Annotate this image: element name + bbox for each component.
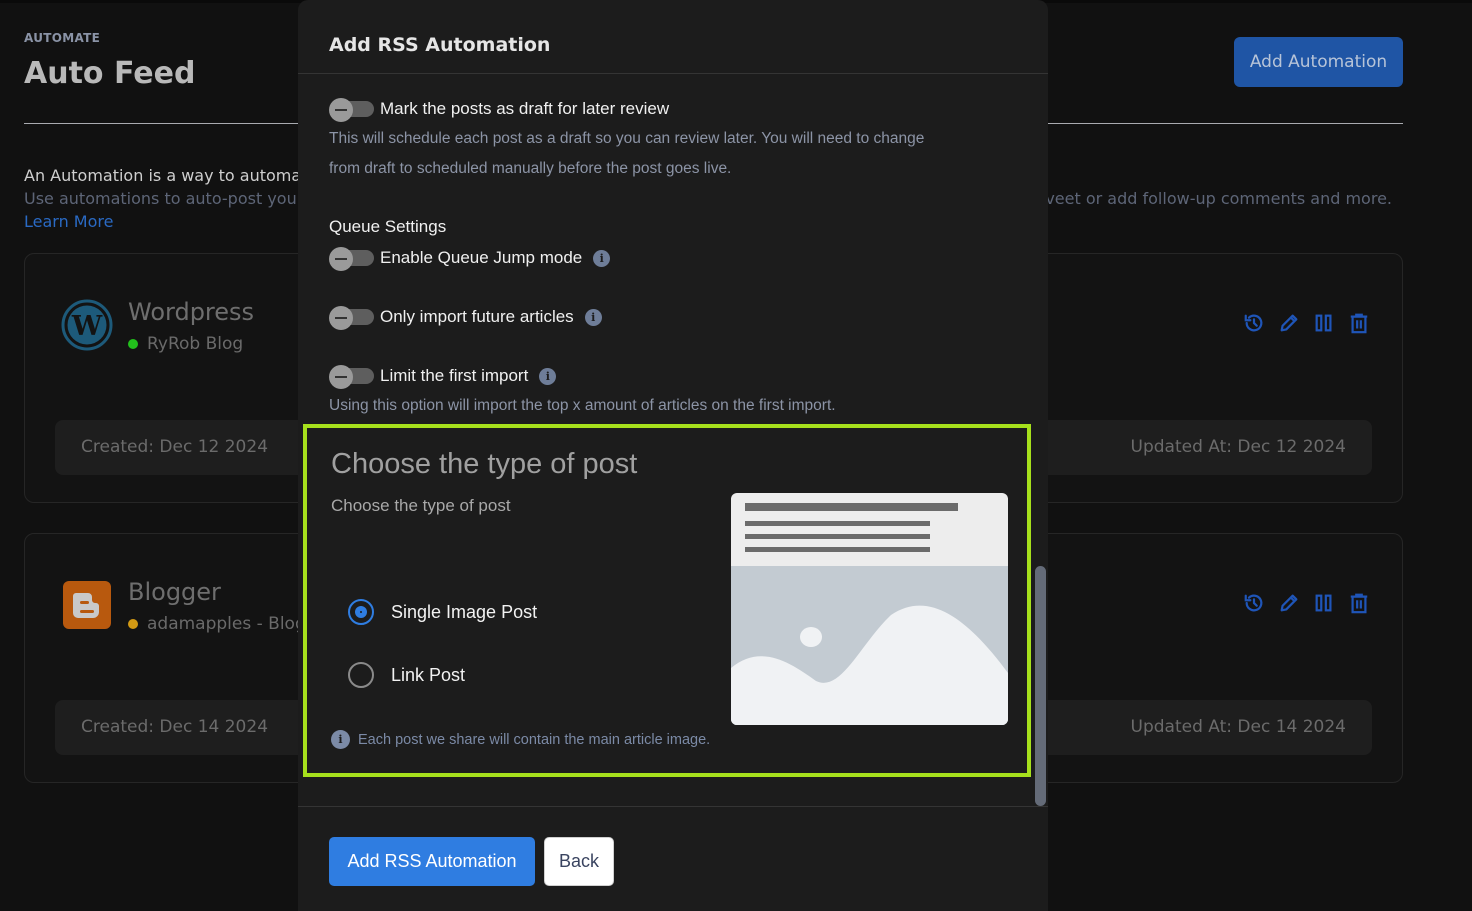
learn-more-link[interactable]: Learn More	[24, 212, 113, 231]
radio-label: Single Image Post	[391, 601, 538, 622]
add-automation-button[interactable]: Add Automation	[1234, 37, 1403, 87]
limit-import-helper: Using this option will import the top x …	[329, 397, 836, 414]
future-articles-toggle[interactable]	[329, 306, 374, 330]
radio-button[interactable]	[348, 662, 374, 688]
created-date: Created: Dec 14 2024	[81, 717, 269, 737]
automation-account: RyRob Blog	[128, 334, 243, 354]
back-button[interactable]: Back	[544, 837, 614, 886]
updated-date: Updated At: Dec 14 2024	[1130, 717, 1347, 737]
card-actions	[1243, 312, 1370, 334]
edit-icon[interactable]	[1278, 592, 1300, 614]
info-icon[interactable]: i	[584, 308, 602, 326]
page-eyebrow: AUTOMATE	[24, 31, 101, 45]
info-icon[interactable]: i	[593, 249, 611, 267]
modal-title: Add RSS Automation	[329, 34, 551, 56]
queue-jump-toggle[interactable]	[329, 247, 374, 271]
post-type-subtitle: Choose the type of post	[331, 496, 511, 515]
delete-icon[interactable]	[1348, 312, 1370, 334]
radio-single-image-post[interactable]: Single Image Post	[348, 599, 537, 625]
status-dot	[128, 619, 138, 629]
history-icon[interactable]	[1243, 312, 1265, 334]
post-type-note: i Each post we share will contain the ma…	[331, 730, 710, 749]
account-name: adamapples - Blog	[147, 614, 306, 634]
limit-import-toggle-row: Limit the first import i	[329, 365, 557, 389]
automation-account: adamapples - Blog	[128, 614, 306, 634]
info-icon[interactable]: i	[539, 367, 557, 385]
automation-name: Blogger	[128, 578, 221, 606]
page-title: Auto Feed	[24, 56, 196, 91]
future-articles-toggle-row: Only import future articles i	[329, 306, 602, 330]
wordpress-icon: W	[61, 299, 113, 351]
status-dot	[128, 339, 138, 349]
draft-toggle-label: Mark the posts as draft for later review	[380, 99, 670, 118]
draft-helper-line2: from draft to scheduled manually before …	[329, 160, 732, 177]
intro-text: An Automation is a way to automa	[24, 166, 302, 185]
pause-icon[interactable]	[1313, 312, 1335, 334]
limit-import-label: Limit the first import	[380, 366, 529, 385]
add-rss-automation-modal: Add RSS Automation Mark the posts as dra…	[298, 0, 1048, 911]
account-name: RyRob Blog	[147, 334, 244, 354]
draft-toggle[interactable]	[329, 98, 374, 122]
intro-subtext-right: veet or add follow-up comments and more.	[1045, 189, 1392, 208]
page: AUTOMATE Auto Feed Add Automation An Aut…	[0, 0, 1472, 911]
updated-date: Updated At: Dec 12 2024	[1130, 437, 1347, 457]
radio-button-checked[interactable]	[348, 599, 374, 625]
queue-settings-label: Queue Settings	[329, 217, 447, 236]
radio-label: Link Post	[391, 664, 466, 685]
draft-toggle-row: Mark the posts as draft for later review	[329, 98, 670, 122]
post-type-section: Choose the type of post Choose the type …	[303, 424, 1031, 777]
created-date: Created: Dec 12 2024	[81, 437, 269, 457]
queue-jump-toggle-row: Enable Queue Jump mode i	[329, 247, 611, 271]
post-preview-image	[731, 493, 1008, 725]
future-articles-label: Only import future articles	[380, 307, 574, 326]
radio-link-post[interactable]: Link Post	[348, 662, 465, 688]
edit-icon[interactable]	[1278, 312, 1300, 334]
post-type-title: Choose the type of post	[331, 448, 638, 480]
intro-subtext: Use automations to auto-post you	[24, 189, 297, 208]
info-icon: i	[331, 730, 350, 749]
modal-header-divider	[298, 73, 1048, 74]
add-rss-automation-button[interactable]: Add RSS Automation	[329, 837, 535, 886]
draft-helper-line1: This will schedule each post as a draft …	[329, 130, 925, 147]
modal-footer-divider	[298, 806, 1048, 807]
limit-import-toggle[interactable]	[329, 365, 374, 389]
blogger-icon	[61, 579, 113, 631]
history-icon[interactable]	[1243, 592, 1265, 614]
svg-text:W: W	[71, 311, 103, 342]
automation-name: Wordpress	[128, 298, 255, 326]
card-actions	[1243, 592, 1370, 614]
delete-icon[interactable]	[1348, 592, 1370, 614]
queue-jump-label: Enable Queue Jump mode	[380, 248, 583, 267]
post-type-note-text: Each post we share will contain the main…	[358, 731, 711, 748]
modal-scrollbar[interactable]	[1035, 566, 1046, 806]
pause-icon[interactable]	[1313, 592, 1335, 614]
